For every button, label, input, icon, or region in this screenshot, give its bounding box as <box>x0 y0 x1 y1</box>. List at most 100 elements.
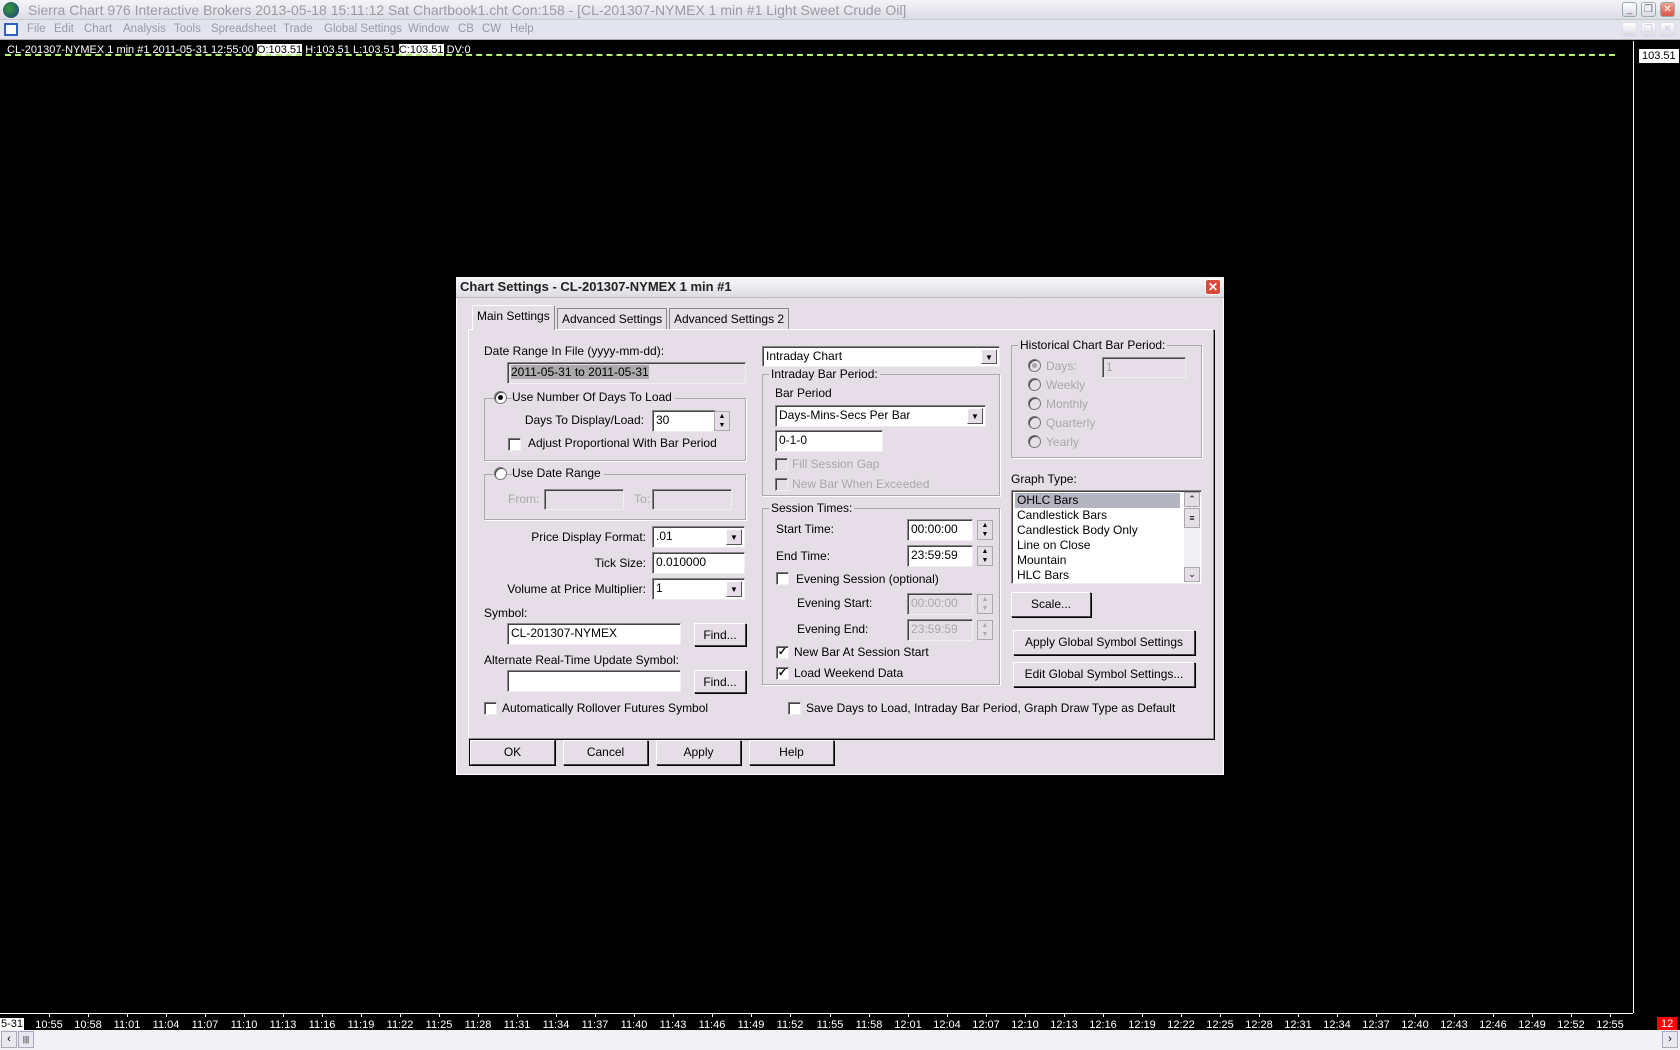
graph-type-option[interactable]: HLC Bars <box>1015 568 1180 583</box>
scroll-down-icon[interactable]: ⌄ <box>1184 567 1200 582</box>
load-weekend-checkbox[interactable]: ✓ <box>776 667 789 680</box>
scroll-left-icon[interactable]: ‹ <box>1 1031 17 1048</box>
hist-days-radio[interactable] <box>1028 359 1041 372</box>
chevron-down-icon[interactable]: ▼ <box>981 349 997 364</box>
price-format-select[interactable]: .01 ▼ <box>652 526 745 548</box>
days-input[interactable]: 30 <box>652 410 716 432</box>
child-minimize-icon[interactable]: _ <box>1622 22 1637 37</box>
tab-advanced-settings-2[interactable]: Advanced Settings 2 <box>669 308 790 329</box>
child-restore-icon[interactable]: ❐ <box>1641 22 1656 37</box>
auto-rollover-checkbox[interactable] <box>484 702 497 715</box>
fill-session-gap-label: Fill Session Gap <box>792 457 880 471</box>
adjust-proportional-checkbox[interactable] <box>508 438 521 451</box>
menu-help[interactable]: Help <box>510 23 534 35</box>
graph-type-option[interactable]: Line on Close <box>1015 538 1180 553</box>
close-icon[interactable]: ✕ <box>1660 2 1675 17</box>
bar-period-type-select[interactable]: Days-Mins-Secs Per Bar ▼ <box>775 405 986 427</box>
start-time-input[interactable]: 00:00:00 <box>907 519 973 541</box>
tick-size-input[interactable]: 0.010000 <box>652 552 745 574</box>
save-default-checkbox[interactable] <box>788 702 801 715</box>
listbox-scroll-thumb[interactable]: ≡ <box>1184 508 1200 528</box>
hist-days-input[interactable]: 1 <box>1102 357 1186 378</box>
cancel-button[interactable]: Cancel <box>563 740 648 765</box>
to-date-input[interactable] <box>652 489 732 510</box>
menu-bar: File Edit Chart Analysis Tools Spreadshe… <box>0 20 1680 40</box>
time-axis-tick <box>400 1013 401 1017</box>
vap-multiplier-select[interactable]: 1 ▼ <box>652 578 745 600</box>
edit-global-symbol-settings-button[interactable]: Edit Global Symbol Settings... <box>1013 662 1195 687</box>
symbol-label: Symbol: <box>484 606 528 620</box>
dialog-close-icon[interactable]: ✕ <box>1205 279 1221 295</box>
hist-quarterly-radio[interactable] <box>1028 416 1041 429</box>
scroll-up-icon[interactable]: ⌃ <box>1184 492 1200 507</box>
evening-start-input[interactable]: 00:00:00 <box>907 593 973 615</box>
hist-quarterly-label: Quarterly <box>1046 416 1096 430</box>
evening-session-checkbox[interactable] <box>776 572 789 585</box>
help-button[interactable]: Help <box>749 740 834 765</box>
menu-chart[interactable]: Chart <box>84 23 112 35</box>
fill-session-gap-checkbox[interactable] <box>775 458 788 471</box>
use-date-range-radio[interactable] <box>494 467 507 480</box>
scale-button[interactable]: Scale... <box>1011 592 1091 617</box>
graph-type-option[interactable]: Candlestick Bars <box>1015 508 1180 523</box>
minimize-icon[interactable]: _ <box>1622 2 1637 17</box>
chevron-down-icon[interactable]: ▼ <box>726 581 742 597</box>
time-axis-tick <box>1259 1013 1260 1017</box>
time-axis-tick <box>1103 1013 1104 1017</box>
apply-button[interactable]: Apply <box>656 740 741 765</box>
graph-type-option[interactable]: Candlestick Body Only <box>1015 523 1180 538</box>
listbox-scrollbar[interactable]: ⌃ ≡ ⌄ <box>1184 492 1200 582</box>
time-axis-tick <box>1610 1013 1611 1017</box>
evening-end-input[interactable]: 23:59:59 <box>907 619 973 641</box>
menu-tools[interactable]: Tools <box>174 23 201 35</box>
menu-cb[interactable]: CB <box>458 23 474 35</box>
hist-yearly-radio[interactable] <box>1028 435 1041 448</box>
bar-period-input[interactable]: 0-1-0 <box>775 430 883 452</box>
restore-icon[interactable]: ❐ <box>1641 2 1656 17</box>
ok-button[interactable]: OK <box>469 739 556 766</box>
child-close-icon[interactable]: ✕ <box>1660 22 1675 37</box>
menu-spreadsheet[interactable]: Spreadsheet <box>211 23 276 35</box>
menu-cw[interactable]: CW <box>482 23 501 35</box>
evening-start-spinner[interactable]: ▲ ▼ <box>977 594 993 614</box>
menu-window[interactable]: Window <box>408 23 449 35</box>
menu-edit[interactable]: Edit <box>54 23 74 35</box>
graph-type-listbox[interactable]: OHLC Bars Candlestick Bars Candlestick Bod… <box>1011 490 1202 584</box>
from-date-input[interactable] <box>544 489 624 510</box>
horizontal-scrollbar[interactable]: ‹ ||| › <box>0 1030 1680 1050</box>
tab-advanced-settings[interactable]: Advanced Settings <box>557 308 668 329</box>
hist-weekly-radio[interactable] <box>1028 378 1041 391</box>
evening-end-spinner[interactable]: ▲ ▼ <box>977 620 993 640</box>
hist-monthly-radio[interactable] <box>1028 397 1041 410</box>
chevron-down-icon[interactable]: ▼ <box>967 408 983 424</box>
graph-type-option[interactable]: OHLC Bars <box>1015 493 1180 508</box>
scroll-thumb[interactable]: ||| <box>18 1031 34 1048</box>
chevron-down-icon[interactable]: ▼ <box>726 529 742 545</box>
find-alt-symbol-button[interactable]: Find... <box>694 670 746 693</box>
scroll-right-icon[interactable]: › <box>1662 1031 1678 1048</box>
alt-symbol-input[interactable] <box>507 670 681 692</box>
use-days-radio[interactable] <box>494 391 507 404</box>
menu-file[interactable]: File <box>27 23 46 35</box>
hist-weekly-label: Weekly <box>1046 378 1086 392</box>
end-time-input[interactable]: 23:59:59 <box>907 545 973 567</box>
symbol-input[interactable]: CL-201307-NYMEX <box>507 623 681 645</box>
new-bar-session-checkbox[interactable]: ✓ <box>776 646 789 659</box>
time-axis-tick <box>517 1013 518 1017</box>
days-spinner[interactable]: ▲ ▼ <box>714 411 730 431</box>
start-time-spinner[interactable]: ▲ ▼ <box>977 520 993 540</box>
time-axis-tick <box>478 1013 479 1017</box>
find-symbol-button[interactable]: Find... <box>694 623 746 646</box>
end-time-spinner[interactable]: ▲ ▼ <box>977 546 993 566</box>
days-label: Days To Display/Load: <box>524 413 644 427</box>
apply-global-symbol-settings-button[interactable]: Apply Global Symbol Settings <box>1013 630 1195 655</box>
tab-main-settings[interactable]: Main Settings <box>472 305 555 330</box>
graph-type-option[interactable]: Mountain <box>1015 553 1180 568</box>
new-bar-exceeded-checkbox[interactable] <box>775 478 788 491</box>
menu-global-settings[interactable]: Global Settings <box>324 23 402 35</box>
time-axis-tick <box>751 1013 752 1017</box>
chart-type-select[interactable]: Intraday Chart ▼ <box>762 346 1000 367</box>
menu-trade[interactable]: Trade <box>283 23 313 35</box>
menu-analysis[interactable]: Analysis <box>123 23 166 35</box>
date-range-value: 2011-05-31 to 2011-05-31 <box>511 365 649 379</box>
